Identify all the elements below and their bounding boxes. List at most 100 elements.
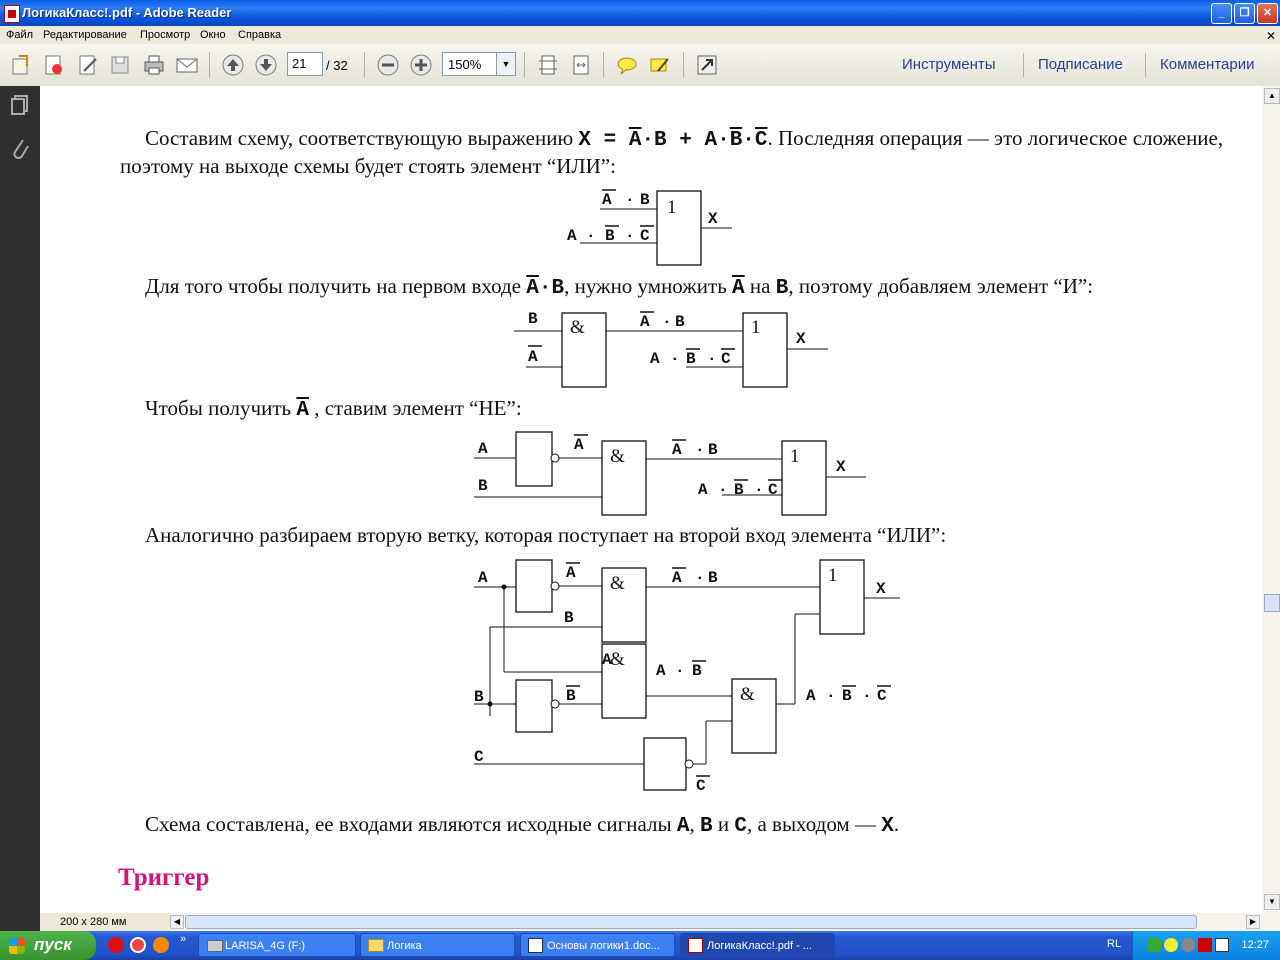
svg-text:X: X — [796, 330, 806, 348]
svg-text:·: · — [707, 350, 717, 368]
menu-help[interactable]: Справка — [238, 29, 281, 41]
page-total: / 32 — [326, 58, 348, 73]
diagram-and-or: & B A 1 A · B A · B · C X — [514, 310, 828, 388]
paragraph-3: Чтобы получить A , ставим элемент “НЕ”: — [145, 396, 522, 422]
page-size-status: 200 x 280 мм — [40, 913, 170, 931]
opera-icon[interactable] — [108, 937, 124, 953]
svg-text:A: A — [650, 350, 660, 368]
paragraph-2: Для того чтобы получить на первом входе … — [145, 274, 1094, 300]
menu-file[interactable]: Файл — [6, 29, 33, 41]
tray-icon-2[interactable] — [1164, 938, 1178, 952]
attachment-icon[interactable] — [9, 136, 31, 162]
section-heading: Триггер — [118, 864, 210, 891]
chevron-right-icon[interactable]: » — [180, 933, 186, 945]
svg-text:B: B — [692, 662, 702, 680]
close-button[interactable]: ✕ — [1257, 3, 1278, 24]
task-pdf-active[interactable]: ЛогикаКласс!.pdf - ... — [680, 933, 835, 957]
close-doc-icon[interactable]: ✕ — [1266, 29, 1276, 43]
svg-text:B: B — [478, 477, 488, 495]
zoom-out-icon[interactable] — [376, 53, 400, 77]
svg-text:B: B — [564, 609, 574, 627]
maximize-button[interactable]: ❐ — [1234, 3, 1255, 24]
tray-icon-4[interactable] — [1198, 938, 1212, 952]
clock: 12:27 — [1241, 939, 1269, 951]
zoom-value: 150% — [448, 57, 482, 72]
edit-icon[interactable] — [76, 53, 100, 77]
svg-text:X: X — [836, 458, 846, 476]
horizontal-scrollbar[interactable]: ◀ ▶ — [40, 913, 1280, 931]
svg-text:&: & — [740, 684, 755, 705]
svg-text:1: 1 — [667, 197, 677, 218]
language-indicator[interactable]: RL — [1107, 938, 1121, 950]
svg-text:C: C — [877, 687, 887, 705]
svg-text:A: A — [478, 569, 488, 587]
menu-window[interactable]: Окно — [200, 29, 226, 41]
svg-text:B: B — [675, 313, 685, 331]
svg-text:B: B — [566, 687, 576, 705]
svg-text:A: A — [806, 687, 816, 705]
scroll-up-icon[interactable]: ▲ — [1264, 88, 1280, 104]
tools-link[interactable]: Инструменты — [902, 56, 996, 73]
svg-text:·: · — [625, 191, 635, 209]
svg-text:&: & — [570, 317, 585, 338]
email-icon[interactable] — [175, 53, 199, 77]
svg-text:A: A — [567, 227, 577, 245]
scroll-thumb[interactable] — [1264, 594, 1280, 612]
svg-text:1: 1 — [751, 317, 761, 338]
scroll-right-icon[interactable]: ▶ — [1246, 915, 1260, 929]
svg-text:B: B — [605, 227, 615, 245]
svg-text:A: A — [574, 436, 584, 454]
paragraph-5: Схема составлена, ее входами являются ис… — [145, 812, 900, 838]
tray-icon-3[interactable] — [1181, 938, 1195, 952]
svg-text:1: 1 — [790, 446, 800, 467]
open-icon[interactable] — [10, 53, 34, 77]
task-word-doc[interactable]: Основы логики1.doc... — [520, 933, 675, 957]
fit-width-icon[interactable] — [569, 53, 593, 77]
highlight-icon[interactable] — [648, 53, 672, 77]
save-icon[interactable] — [108, 53, 132, 77]
svg-text:A: A — [640, 313, 650, 331]
system-tray: 12:27 — [1132, 931, 1280, 960]
svg-text:B: B — [474, 688, 484, 706]
hscroll-thumb[interactable] — [185, 915, 1197, 929]
document-page: Составим схему, соответствующую выражени… — [40, 86, 1262, 913]
menu-view[interactable]: Просмотр — [140, 29, 190, 41]
windows-logo-icon — [9, 938, 25, 954]
svg-text:B: B — [640, 191, 650, 209]
comment-icon[interactable] — [615, 53, 639, 77]
previous-page-icon[interactable] — [221, 53, 245, 77]
scroll-down-icon[interactable]: ▼ — [1264, 894, 1280, 910]
svg-text:&: & — [610, 573, 625, 594]
print-icon[interactable] — [142, 53, 166, 77]
svg-text:A: A — [478, 440, 488, 458]
quicklaunch-icon-2[interactable] — [153, 937, 169, 953]
page-number-input[interactable]: 21 — [287, 52, 323, 76]
scroll-left-icon[interactable]: ◀ — [170, 915, 184, 929]
tray-icon-5[interactable] — [1215, 938, 1229, 952]
svg-text:·: · — [695, 441, 705, 459]
minimize-button[interactable]: _ — [1211, 3, 1232, 24]
next-page-icon[interactable] — [254, 53, 278, 77]
toolbar: 21 / 32 150% ▼ Инструменты Подписание Ком… — [0, 44, 1280, 87]
svg-text:B: B — [686, 350, 696, 368]
pages-icon[interactable] — [9, 94, 31, 116]
tray-icon-1[interactable] — [1147, 938, 1161, 952]
create-pdf-icon[interactable] — [42, 53, 66, 77]
svg-text:B: B — [708, 441, 718, 459]
svg-text:·: · — [695, 569, 705, 587]
vertical-scrollbar[interactable]: ▲ ▼ — [1262, 86, 1280, 913]
zoom-select[interactable]: 150% ▼ — [442, 52, 516, 76]
menu-edit[interactable]: Редактирование — [43, 29, 127, 41]
fit-page-icon[interactable] — [536, 53, 560, 77]
quicklaunch-icon[interactable] — [130, 937, 146, 953]
sign-link[interactable]: Подписание — [1038, 56, 1123, 73]
drive-icon — [207, 940, 223, 952]
svg-text:·: · — [675, 662, 685, 680]
comment-link[interactable]: Комментарии — [1160, 56, 1254, 73]
svg-text:A: A — [698, 481, 708, 499]
start-button[interactable]: пуск — [0, 931, 96, 960]
fullscreen-icon[interactable] — [695, 53, 719, 77]
chevron-down-icon[interactable]: ▼ — [496, 53, 515, 75]
zoom-in-icon[interactable] — [409, 53, 433, 77]
svg-text:·: · — [670, 350, 680, 368]
